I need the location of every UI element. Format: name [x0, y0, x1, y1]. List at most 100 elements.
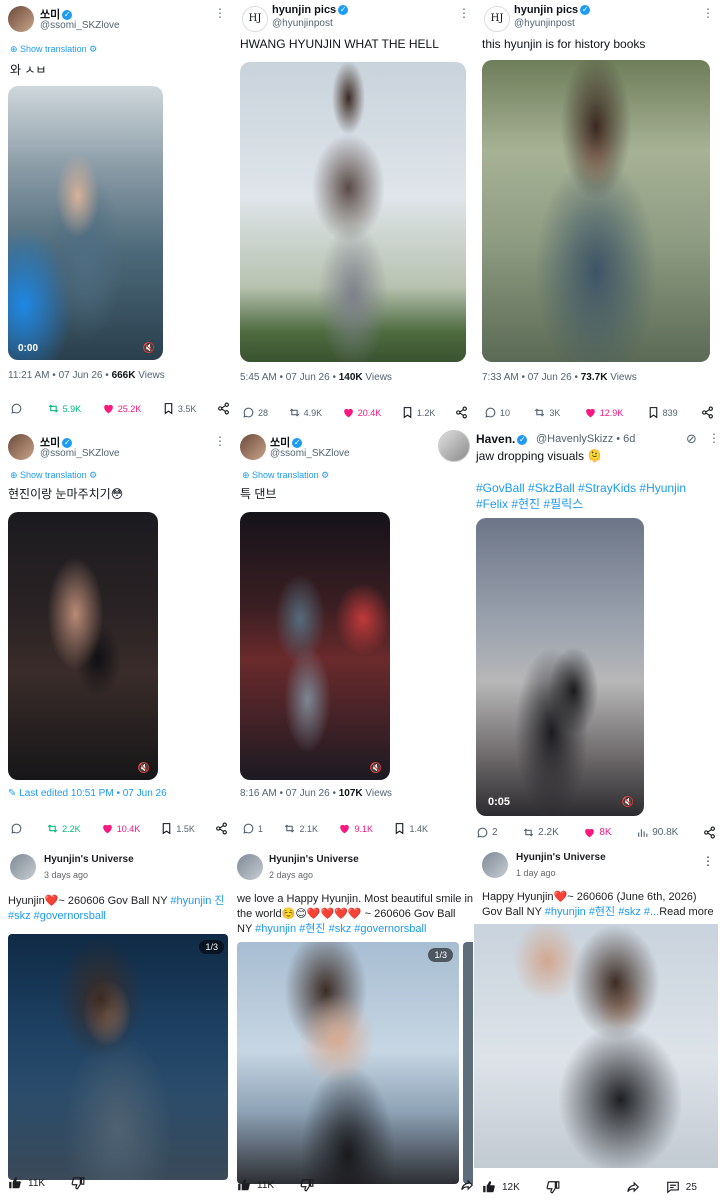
author-name[interactable]: Haven. ✓ [476, 432, 528, 446]
reply-button[interactable] [10, 402, 26, 415]
tweet-hashtags[interactable]: #GovBall #SkzBall #StrayKids #Hyunjin #F… [476, 480, 716, 512]
share-icon[interactable] [703, 826, 716, 839]
reply-button[interactable]: 10 [484, 406, 510, 419]
avatar[interactable] [237, 854, 263, 880]
avatar[interactable] [10, 854, 36, 880]
author-handle[interactable]: @hyunjinpost [514, 18, 575, 29]
mute-icon[interactable]: 🔇 [370, 763, 382, 774]
tweet-actions: 1 2.1K 9.1K 1.4K [242, 822, 428, 835]
share-icon[interactable] [626, 1180, 640, 1194]
post-image[interactable]: 1/3 [8, 934, 228, 1180]
post-time[interactable]: 3 days ago [44, 870, 88, 880]
tweet-video[interactable]: 0:05 🔇 [476, 518, 644, 816]
show-translation-link[interactable]: ⊕ Show translation ⚙ [10, 470, 97, 481]
show-translation-link[interactable]: ⊕ Show translation ⚙ [242, 470, 329, 481]
grok-icon[interactable]: ⊘ [686, 431, 697, 447]
like-button[interactable]: 25.2K [102, 402, 141, 415]
repost-button[interactable]: 4.9K [288, 406, 322, 419]
tweet-text: HWANG HYUNJIN WHAT THE HELL [240, 37, 439, 51]
image-counter: 1/3 [428, 948, 453, 962]
post-actions: 11K [237, 1178, 473, 1192]
mute-icon[interactable]: 🔇 [138, 763, 150, 774]
avatar[interactable]: HJ [484, 6, 510, 32]
tweet-video[interactable]: 0:00 🔇 [8, 86, 163, 360]
author-handle[interactable]: @ssomi_SKZlove [40, 20, 120, 31]
verified-icon: ✓ [62, 10, 73, 21]
avatar[interactable]: HJ [242, 6, 268, 32]
reply-button[interactable] [10, 822, 26, 835]
post-image[interactable] [474, 924, 718, 1168]
tweet-video[interactable]: 🔇 [8, 512, 158, 780]
read-more-link[interactable]: Read more [659, 906, 713, 918]
author-handle[interactable]: @HavenlySkizz • 6d [536, 433, 635, 445]
tweet-image[interactable] [482, 60, 710, 362]
share-icon[interactable] [217, 402, 230, 415]
more-options-icon[interactable]: ⋮ [702, 6, 714, 20]
avatar[interactable] [438, 430, 470, 462]
share-icon[interactable] [455, 406, 468, 419]
reply-button[interactable]: 2 [476, 826, 498, 839]
show-translation-link[interactable]: ⊕ Show translation ⚙ [10, 44, 97, 55]
author-handle[interactable]: @ssomi_SKZlove [270, 448, 350, 459]
dislike-button[interactable] [71, 1176, 85, 1190]
dislike-button[interactable] [300, 1178, 314, 1192]
like-button[interactable]: 12.9K [584, 406, 623, 419]
post-time[interactable]: 2 days ago [269, 870, 313, 880]
more-options-icon[interactable]: ⋮ [708, 431, 720, 445]
repost-button[interactable]: 3K [533, 406, 560, 419]
like-button[interactable]: 11K [8, 1176, 45, 1190]
bookmark-button[interactable]: 1.4K [393, 822, 428, 835]
like-button[interactable]: 8K [583, 826, 612, 839]
repost-button[interactable]: 2.1K [283, 822, 318, 835]
bookmark-button[interactable]: 1.2K [401, 406, 435, 419]
avatar[interactable] [482, 852, 508, 878]
last-edited-label[interactable]: ✎ Last edited 10:51 PM • 07 Jun 26 [8, 788, 167, 799]
dislike-button[interactable] [546, 1180, 560, 1194]
repost-button[interactable]: 5.9K [47, 402, 81, 415]
tweet-image[interactable] [240, 62, 466, 362]
author-name[interactable]: hyunjin pics ✓ [272, 4, 349, 16]
repost-button[interactable]: 2.2K [522, 826, 559, 839]
avatar[interactable] [8, 6, 34, 32]
reply-button[interactable]: 28 [242, 406, 268, 419]
video-timestamp: 0:00 [18, 343, 39, 354]
avatar[interactable] [240, 434, 266, 460]
mute-icon[interactable]: 🔇 [143, 343, 155, 354]
like-button[interactable]: 10.4K [101, 822, 140, 835]
like-button[interactable]: 11K [237, 1178, 274, 1192]
repost-button[interactable]: 2.2K [46, 822, 81, 835]
share-icon[interactable] [215, 822, 228, 835]
post-text: Happy Hyunjin❤️~ 260606 (June 6th, 2026)… [482, 891, 714, 918]
tweet-cell-6: Haven. ✓ @HavenlySkizz • 6d ⊘ ⋮ jaw dropp… [434, 428, 720, 842]
verified-icon: ✓ [580, 5, 591, 16]
tweet-video[interactable]: 🔇 [240, 512, 390, 780]
share-icon[interactable] [701, 406, 714, 419]
verified-icon: ✓ [338, 5, 349, 16]
more-options-icon[interactable]: ⋮ [214, 434, 226, 448]
share-icon[interactable] [460, 1178, 473, 1192]
more-options-icon[interactable]: ⋮ [702, 854, 714, 868]
bookmark-button[interactable]: 3.5K [162, 402, 196, 415]
like-button[interactable]: 9.1K [338, 822, 373, 835]
bookmark-button[interactable]: 839 [647, 406, 678, 419]
video-timestamp: 0:05 [488, 796, 511, 808]
comment-button[interactable]: 25 [666, 1180, 697, 1194]
page-name[interactable]: Hyunjin's Universe [269, 854, 359, 865]
author-name[interactable]: hyunjin pics ✓ [514, 4, 591, 16]
post-image[interactable]: 1/3 [237, 942, 459, 1184]
author-handle[interactable]: @ssomi_SKZlove [40, 448, 120, 459]
views-count[interactable]: 90.8K [636, 826, 678, 839]
mute-icon[interactable]: 🔇 [622, 797, 634, 808]
reply-button[interactable]: 1 [242, 822, 263, 835]
like-button[interactable]: 20.4K [342, 406, 381, 419]
like-button[interactable]: 12K [482, 1180, 520, 1194]
more-options-icon[interactable]: ⋮ [214, 6, 226, 20]
bookmark-button[interactable]: 1.5K [160, 822, 195, 835]
page-name[interactable]: Hyunjin's Universe [44, 854, 134, 865]
next-image-peek[interactable] [463, 942, 473, 1184]
more-options-icon[interactable]: ⋮ [458, 6, 470, 20]
avatar[interactable] [8, 434, 34, 460]
author-handle[interactable]: @hyunjinpost [272, 18, 333, 29]
page-name[interactable]: Hyunjin's Universe [516, 852, 606, 863]
post-time[interactable]: 1 day ago [516, 868, 556, 878]
